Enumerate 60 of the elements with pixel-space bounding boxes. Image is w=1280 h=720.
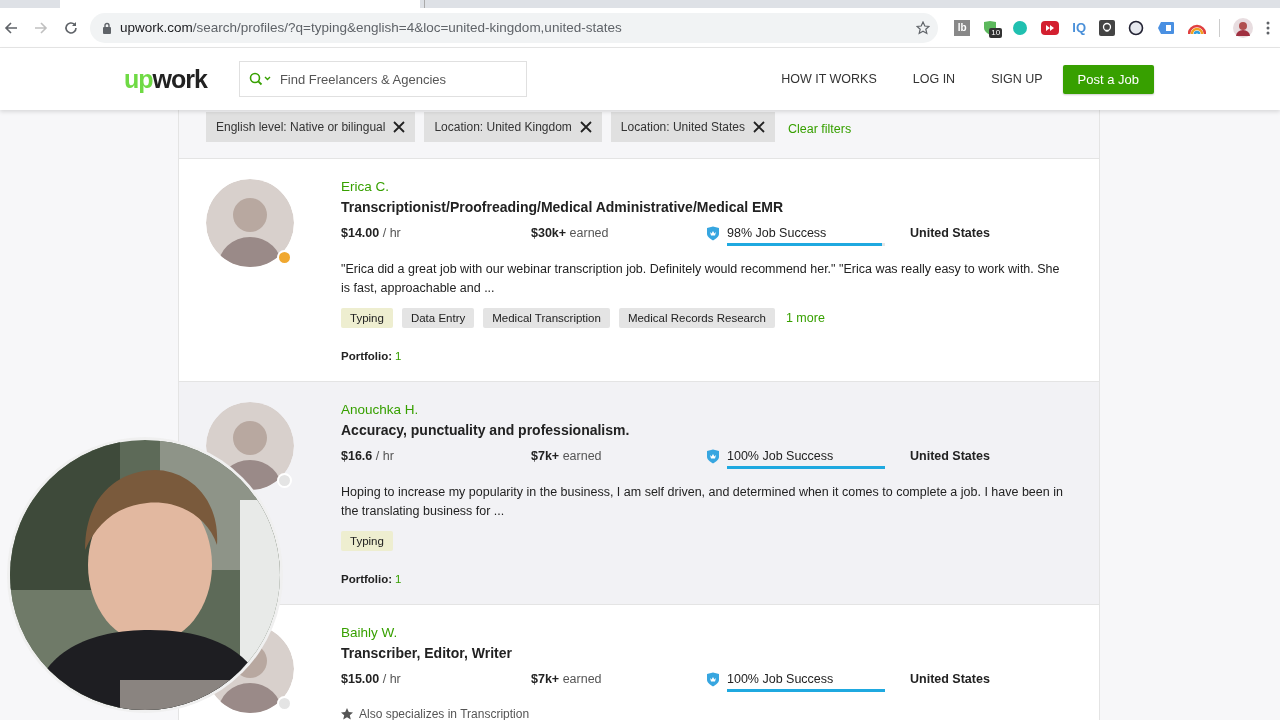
skill-tag[interactable]: Typing — [341, 308, 393, 328]
freelancer-name-link[interactable]: Erica C. — [341, 179, 1071, 195]
filter-chip[interactable]: English level: Native or bilingual — [206, 111, 416, 142]
specialization-text: Also specializes in Transcription — [359, 707, 530, 720]
portfolio-label: Portfolio: — [341, 350, 393, 362]
back-icon[interactable] — [4, 20, 18, 35]
close-icon[interactable] — [752, 120, 765, 133]
country: United States — [910, 449, 990, 463]
profile-avatar-icon[interactable] — [1233, 17, 1253, 38]
reload-icon[interactable] — [64, 20, 78, 35]
freelancer-title: Accuracy, punctuality and professionalism. — [341, 422, 631, 439]
earnings: $7k+ earned — [531, 449, 603, 463]
hourly-rate: $16.6 / hr — [341, 449, 395, 463]
hourly-rate: $14.00 / hr — [341, 226, 402, 240]
address-bar[interactable]: upwork.com/search/profiles/?q=typing&english=4&loc=united-kingdom,united-states — [90, 12, 939, 43]
count-badge: 10 — [989, 27, 1003, 38]
filter-chip[interactable]: Location: United States — [610, 111, 775, 142]
freelancer-card[interactable] — [179, 382, 1099, 605]
ring-extension-icon[interactable] — [1128, 19, 1144, 36]
earnings: $30k+ earned — [531, 226, 610, 240]
shield-badge-icon — [706, 226, 720, 241]
bulb-extension-icon[interactable] — [1099, 19, 1115, 36]
star-icon — [341, 708, 353, 720]
search-field[interactable]: Find Freelancers & Agencies — [238, 61, 527, 97]
fast-forward-extension-icon[interactable] — [1041, 20, 1060, 35]
extension-icon[interactable]: 10 — [983, 19, 1000, 36]
filter-chip[interactable]: Location: United Kingdom — [424, 111, 602, 142]
shield-badge-icon — [706, 672, 720, 687]
skill-tag[interactable]: Typing — [341, 531, 393, 551]
panel-extension-icon[interactable] — [1157, 20, 1175, 35]
portfolio-count-link[interactable]: 1 — [395, 350, 402, 362]
hourly-rate: $15.00 / hr — [341, 672, 402, 686]
more-menu-icon[interactable] — [1266, 20, 1270, 35]
country: United States — [910, 226, 990, 240]
job-success-label: 98% Job Success — [727, 226, 828, 240]
nav-link[interactable]: LOG IN — [912, 72, 956, 86]
close-icon[interactable] — [579, 120, 592, 133]
lock-icon — [102, 21, 112, 34]
freelancer-title: Transcriber, Editor, Writer — [341, 645, 513, 662]
freelancer-title: Transcriptionist/Proofreading/Medical Administrative/Medical EMR — [341, 199, 785, 216]
shield-badge-icon — [706, 449, 720, 464]
job-success-label: 100% Job Success — [727, 449, 835, 463]
job-success-label: 100% Job Success — [727, 672, 835, 686]
nav-link[interactable]: HOW IT WORKS — [781, 72, 877, 86]
more-skills-link[interactable]: 1 more — [785, 311, 825, 325]
freelancer-name-link[interactable]: Baihly W. — [341, 625, 1069, 641]
earnings: $7k+ earned — [531, 672, 603, 686]
portfolio-label: Portfolio: — [341, 573, 393, 585]
skill-tag[interactable]: Medical Transcription — [483, 308, 610, 328]
skill-tag[interactable]: Medical Records Research — [618, 308, 775, 328]
country: United States — [910, 672, 990, 686]
freelancer-description: "Erica did a great job with our webinar transcription job. Definitely would recommend her." "Erica was really easy to work with. She is fast, approachable and ... — [341, 261, 1061, 297]
nav-link[interactable]: SIGN UP — [991, 72, 1043, 86]
extension-icon[interactable]: lb — [954, 19, 971, 36]
close-icon[interactable] — [393, 120, 406, 133]
freelancer-description: Hoping to increase my popularity in the business, I am self driven, and determined when it comes to complete a job. I have been in the translating business for ... — [341, 484, 1064, 520]
logo[interactable]: upwork — [124, 64, 207, 94]
bookmark-star-icon[interactable] — [916, 20, 931, 35]
skill-tag[interactable]: Data Entry — [401, 308, 475, 328]
url-text: upwork.com/search/profiles/?q=typing&english=4&loc=united-kingdom,united-states — [120, 20, 623, 35]
